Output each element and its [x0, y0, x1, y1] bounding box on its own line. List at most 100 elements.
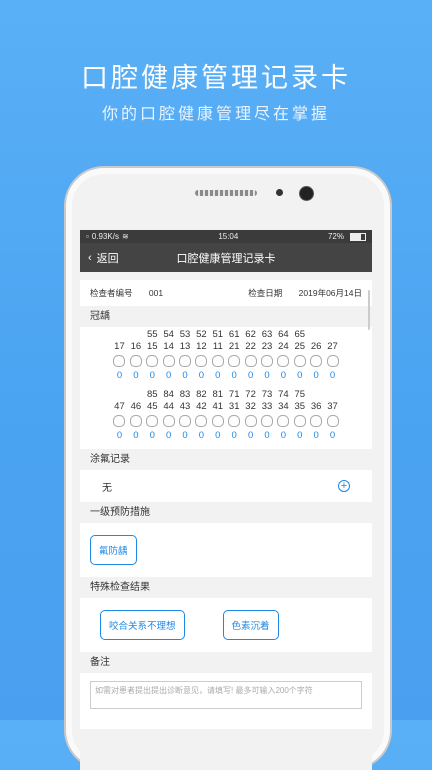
prevention-tags: 氟防龋	[80, 523, 372, 577]
tooth-number-7: 21	[228, 341, 240, 352]
tooth-number-2: 45	[146, 401, 158, 412]
tooth-number-6: 62	[245, 329, 256, 340]
tooth-number-8: 32	[245, 401, 256, 412]
tooth-number-13: 27	[327, 341, 338, 352]
tooth-value-11[interactable]: 0	[292, 369, 308, 383]
tooth-value-3[interactable]: 0	[160, 429, 176, 443]
section-prevention: 一级预防措施	[80, 502, 372, 523]
tooth-icon[interactable]	[211, 415, 224, 427]
tooth-icon[interactable]	[260, 415, 273, 427]
tooth-icon[interactable]	[146, 355, 159, 367]
tooth-icon[interactable]	[195, 415, 208, 427]
tooth-value-13[interactable]: 0	[324, 429, 340, 443]
fluoride-row: 无 +	[80, 470, 372, 502]
tooth-number-3: 52	[196, 329, 207, 340]
tooth-value-3[interactable]: 0	[160, 369, 176, 383]
tooth-number-3: 14	[163, 341, 174, 352]
tooth-value-4[interactable]: 0	[177, 429, 193, 443]
tooth-value-10[interactable]: 0	[275, 369, 291, 383]
add-fluoride-button[interactable]: +	[338, 480, 350, 492]
tooth-number-9: 75	[294, 389, 306, 400]
tooth-number-8: 22	[245, 341, 256, 352]
tooth-icon[interactable]	[146, 415, 159, 427]
tooth-number-1: 54	[163, 329, 174, 340]
tooth-number-2: 53	[179, 329, 191, 340]
tooth-value-7[interactable]: 0	[226, 369, 242, 383]
back-button[interactable]: ‹ 返回	[80, 250, 158, 266]
form-content: 检查者编号 001 检查日期 2019年06月14日 冠龋 55 54 53 52 51…	[80, 280, 372, 729]
tooth-value-0[interactable]: 0	[111, 369, 127, 383]
lower-values-row: 00000000000000	[80, 429, 372, 443]
tooth-number-5: 42	[196, 401, 207, 412]
tooth-icon[interactable]	[244, 355, 257, 367]
tooth-value-2[interactable]: 0	[144, 369, 160, 383]
tooth-value-10[interactable]: 0	[275, 429, 291, 443]
tooth-value-6[interactable]: 0	[210, 369, 226, 383]
upper-permanent-row: 17 16 15 14 13 12 11 21 22 23 24 25 26 27	[80, 341, 372, 353]
tooth-value-12[interactable]: 0	[308, 429, 324, 443]
tag-occlusion[interactable]: 咬合关系不理想	[100, 610, 185, 640]
tooth-value-13[interactable]: 0	[324, 369, 340, 383]
tooth-icon[interactable]	[129, 355, 142, 367]
tooth-number-0: 55	[146, 329, 158, 340]
section-fluoride: 涂氟记录	[80, 449, 372, 470]
tooth-icon[interactable]	[293, 415, 306, 427]
tooth-icon[interactable]	[113, 415, 126, 427]
tooth-icon[interactable]	[277, 355, 290, 367]
tooth-value-11[interactable]: 0	[292, 429, 308, 443]
tooth-value-9[interactable]: 0	[259, 429, 275, 443]
tooth-value-1[interactable]: 0	[128, 369, 144, 383]
section-special: 特殊检查结果	[80, 577, 372, 598]
fluoride-value: 无	[102, 482, 112, 494]
tooth-value-12[interactable]: 0	[308, 369, 324, 383]
section-notes: 备注	[80, 652, 372, 673]
network-speed: 0.93K/s	[91, 232, 119, 241]
tooth-icon[interactable]	[277, 415, 290, 427]
tooth-number-9: 33	[261, 401, 273, 412]
tooth-value-7[interactable]: 0	[226, 429, 242, 443]
tooth-number-4: 51	[212, 329, 224, 340]
tag-pigmentation[interactable]: 色素沉着	[222, 610, 279, 640]
tooth-icon[interactable]	[228, 355, 241, 367]
tooth-value-1[interactable]: 0	[128, 429, 144, 443]
tooth-number-2: 83	[179, 389, 191, 400]
promo-subtitle: 你的口腔健康管理尽在掌握	[101, 106, 330, 123]
tooth-value-2[interactable]: 0	[144, 429, 160, 443]
tooth-icon[interactable]	[162, 415, 175, 427]
tooth-number-10: 24	[278, 341, 289, 352]
tag-fluoride-prevention[interactable]: 氟防龋	[90, 535, 137, 565]
tooth-icon[interactable]	[129, 415, 142, 427]
teeth-chart: 55 54 53 52 51 61 62 63 64 65 17 16 15 14 13 12 11 21 22 2…	[80, 327, 372, 449]
upper-values-row: 00000000000000	[80, 369, 372, 383]
tooth-value-8[interactable]: 0	[242, 369, 258, 383]
tooth-icon[interactable]	[260, 355, 273, 367]
tooth-value-8[interactable]: 0	[242, 429, 258, 443]
tooth-icon[interactable]	[211, 355, 224, 367]
tooth-icon[interactable]	[228, 415, 241, 427]
tooth-icon[interactable]	[113, 355, 126, 367]
scrollbar[interactable]	[368, 290, 370, 330]
proximity-sensor	[276, 189, 283, 196]
tooth-value-5[interactable]: 0	[193, 369, 209, 383]
tooth-icon[interactable]	[326, 415, 339, 427]
tooth-icon[interactable]	[326, 355, 339, 367]
tooth-icon[interactable]	[310, 355, 323, 367]
tooth-icon[interactable]	[293, 355, 306, 367]
tooth-icon[interactable]	[244, 415, 257, 427]
tooth-icon[interactable]	[195, 355, 208, 367]
tooth-value-6[interactable]: 0	[210, 429, 226, 443]
tooth-number-8: 64	[278, 329, 289, 340]
tooth-number-12: 36	[310, 401, 322, 412]
tooth-number-0: 47	[114, 401, 125, 412]
tooth-number-6: 41	[212, 401, 224, 412]
date-label: 检查日期	[248, 288, 283, 298]
tooth-value-4[interactable]: 0	[177, 369, 193, 383]
tooth-value-9[interactable]: 0	[259, 369, 275, 383]
tooth-value-0[interactable]: 0	[111, 429, 127, 443]
tooth-icon[interactable]	[310, 415, 323, 427]
notes-input[interactable]: 如需对患者提出提出诊断意见，请填写! 最多可输入200个字符	[90, 681, 362, 709]
tooth-icon[interactable]	[179, 355, 192, 367]
tooth-icon[interactable]	[162, 355, 175, 367]
tooth-icon[interactable]	[179, 415, 192, 427]
tooth-value-5[interactable]: 0	[193, 429, 209, 443]
